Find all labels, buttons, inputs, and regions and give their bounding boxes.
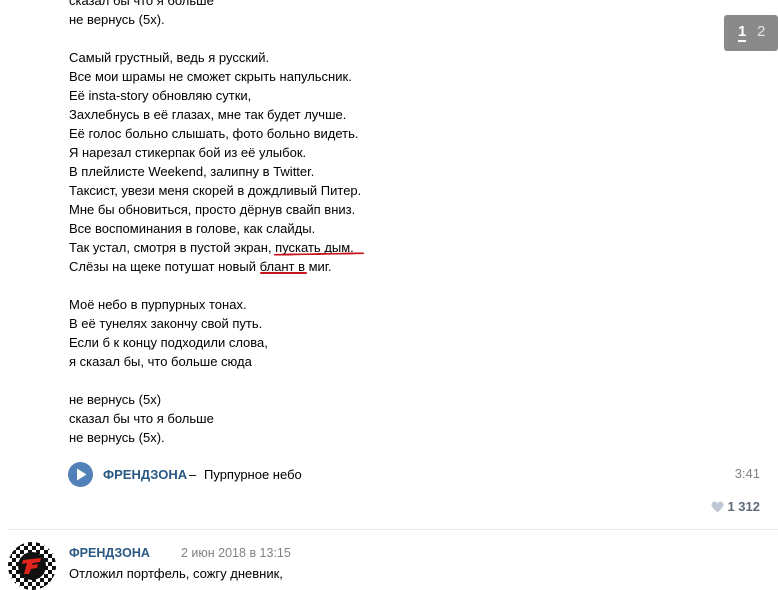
- lyrics-line: не вернусь (5x).: [69, 430, 165, 445]
- lyrics-line: Я нарезал стикерпак бой из её улыбок.: [69, 145, 307, 160]
- lyrics-line: Её голос больно слышать, фото больно вид…: [69, 126, 359, 141]
- heart-icon: [711, 501, 724, 513]
- play-icon: [77, 468, 87, 481]
- lyrics-line: Самый грустный, ведь я русский.: [69, 50, 270, 65]
- pagination-widget: 1 2: [724, 15, 778, 51]
- lyrics-line: Все воспоминания в голове, как слайды.: [69, 221, 316, 236]
- page-current[interactable]: 1: [738, 23, 747, 42]
- red-underline-annotation: [273, 252, 365, 256]
- post-date-link[interactable]: 2 июн 2018 в 13:15: [181, 546, 291, 560]
- post-text: Отложил портфель, сожгу дневник,: [69, 566, 283, 581]
- post-lyrics: сказал бы что я больше не вернусь (5x). …: [69, 0, 629, 447]
- lyrics-line: сказал бы что я больше: [69, 411, 214, 426]
- lyrics-line: В её тунелях закончу свой путь.: [69, 316, 263, 331]
- lyrics-line: Моё небо в пурпурных тонах.: [69, 297, 247, 312]
- lyrics-line: не вернусь (5x).: [69, 12, 165, 27]
- like-count: 1 312: [727, 499, 760, 514]
- avatar[interactable]: [8, 542, 56, 590]
- like-button[interactable]: 1 312: [711, 499, 760, 515]
- post-divider: [8, 529, 778, 530]
- audio-track[interactable]: ФРЕНДЗОНА – Пурпурное небо 3:41: [68, 461, 762, 487]
- post-author-link[interactable]: ФРЕНДЗОНА: [69, 546, 150, 560]
- lyrics-line: сказал бы что я больше: [69, 0, 214, 8]
- lyrics-line: Мне бы обновиться, просто дёрнув свайп в…: [69, 202, 356, 217]
- lyrics-gap: [69, 276, 629, 295]
- lyrics-line: Таксист, увези меня скорей в дождливый П…: [69, 183, 362, 198]
- lyrics-line: Все мои шрамы не сможет скрыть напульсни…: [69, 69, 352, 84]
- lyrics-line: Захлебнусь в её глазах, мне так будет лу…: [69, 107, 347, 122]
- lyrics-line: Если б к концу подходили слова,: [69, 335, 268, 350]
- lyrics-line: В плейлисте Weekend, залипну в Twitter.: [69, 164, 315, 179]
- track-artist-link[interactable]: ФРЕНДЗОНА: [103, 467, 187, 482]
- lyrics-line: Её insta-story обновляю сутки,: [69, 88, 252, 103]
- lyrics-gap: [69, 371, 629, 390]
- play-button[interactable]: [68, 462, 93, 487]
- track-duration: 3:41: [734, 466, 760, 481]
- lyrics-line-underlined: Так устал, смотря в пустой экран, пускат…: [69, 238, 629, 257]
- lyrics-line-underlined: Слёзы на щеке потушат новый блант в миг.: [69, 257, 629, 276]
- lyrics-gap: [69, 29, 629, 48]
- red-underline-annotation: [260, 272, 307, 274]
- avatar-logo-icon: [22, 558, 41, 574]
- track-title[interactable]: Пурпурное небо: [204, 467, 302, 482]
- lyrics-line: не вернусь (5x): [69, 392, 162, 407]
- lyrics-line: я сказал бы, что больше сюда: [69, 354, 252, 369]
- page-next[interactable]: 2: [757, 23, 765, 40]
- track-separator: –: [189, 467, 197, 482]
